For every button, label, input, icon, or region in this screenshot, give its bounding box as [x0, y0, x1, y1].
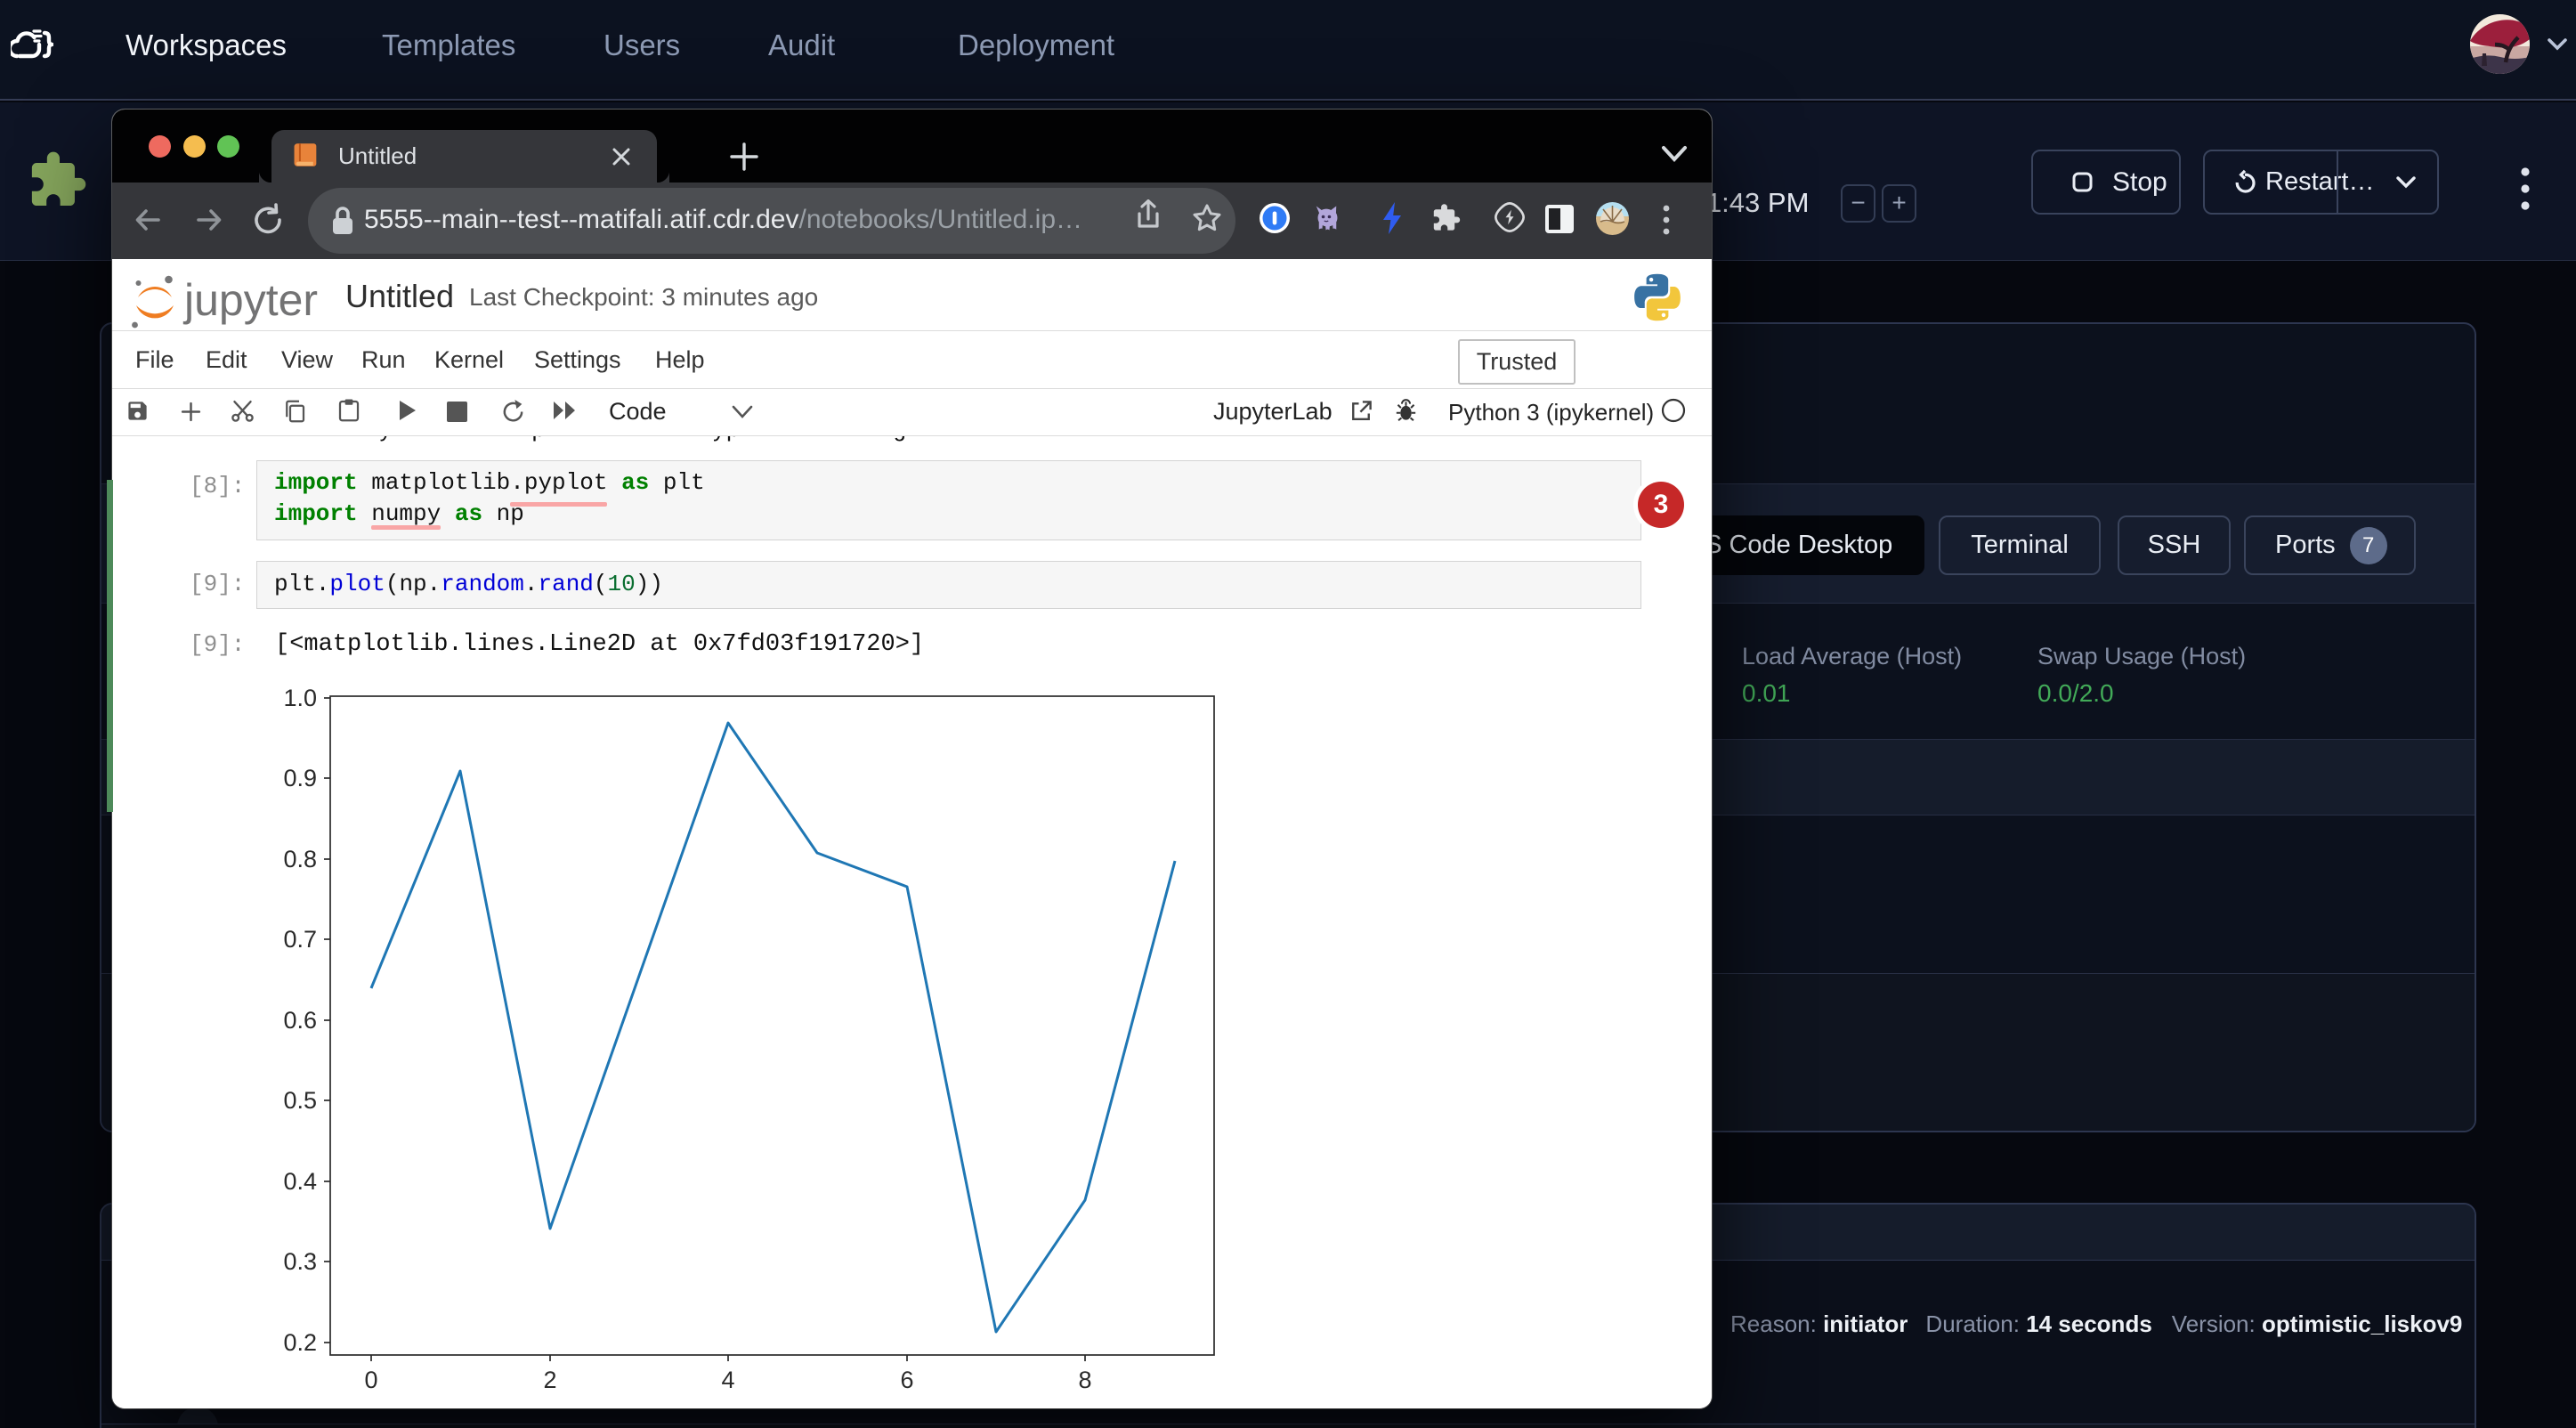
svg-text:0.8: 0.8	[283, 846, 317, 872]
svg-text:4: 4	[721, 1367, 734, 1393]
svg-text:0.9: 0.9	[283, 765, 317, 791]
svg-text:8: 8	[1078, 1367, 1091, 1393]
svg-text:0.4: 0.4	[283, 1168, 317, 1195]
svg-text:2: 2	[543, 1367, 556, 1393]
svg-text:0.2: 0.2	[283, 1329, 317, 1356]
svg-text:0.6: 0.6	[283, 1007, 317, 1034]
svg-text:6: 6	[900, 1367, 913, 1393]
svg-text:0.7: 0.7	[283, 926, 317, 953]
svg-text:0.5: 0.5	[283, 1087, 317, 1114]
svg-text:0: 0	[364, 1367, 377, 1393]
svg-text:0.3: 0.3	[283, 1248, 317, 1275]
svg-text:1.0: 1.0	[283, 685, 317, 711]
